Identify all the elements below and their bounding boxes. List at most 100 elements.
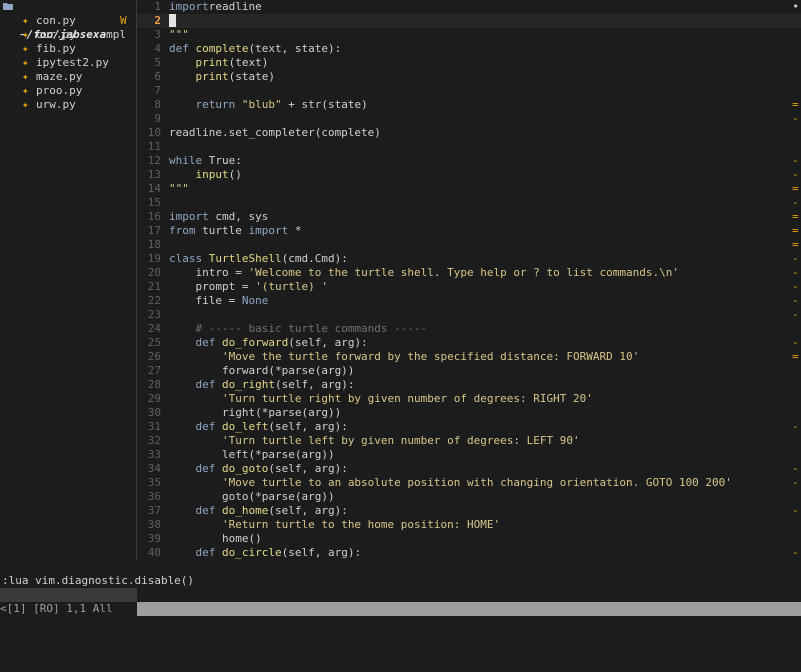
code-token: (text) bbox=[228, 56, 269, 69]
code-text: input() bbox=[169, 168, 242, 182]
tree-root[interactable]: ~/foo/jabsexampl bbox=[0, 0, 136, 41]
editor-buffer[interactable]: 1 importreadline 2 3 """ 4 def complete(text, … bbox=[137, 0, 801, 560]
code-line[interactable]: 28 def do_right(self, arg): bbox=[137, 378, 801, 392]
code-line[interactable]: 10 readline.set_completer(complete) bbox=[137, 126, 801, 140]
code-text: file = None bbox=[169, 294, 268, 308]
code-token: 'Return turtle to the home position: HOM… bbox=[221, 518, 501, 531]
code-line[interactable]: 39 home() bbox=[137, 532, 801, 546]
change-sign: - bbox=[792, 504, 799, 517]
code-token: goto(*parse(arg)) bbox=[169, 490, 335, 503]
tree-file-item[interactable]: ✦ ipytest2.py bbox=[0, 56, 136, 70]
code-line[interactable]: 5 print(text) bbox=[137, 56, 801, 70]
code-token: None bbox=[241, 294, 269, 307]
code-line[interactable]: 4 def complete(text, state): bbox=[137, 42, 801, 56]
code-text: left(*parse(arg)) bbox=[169, 448, 335, 462]
code-line[interactable]: 2 bbox=[137, 14, 801, 28]
code-token: 'Turn turtle left by given number of deg… bbox=[221, 434, 580, 447]
code-line[interactable]: 25 def do_forward(self, arg): - bbox=[137, 336, 801, 350]
code-line[interactable]: 32 'Turn turtle left by given number of … bbox=[137, 434, 801, 448]
code-line[interactable]: 9- bbox=[137, 112, 801, 126]
code-line[interactable]: 36 goto(*parse(arg)) bbox=[137, 490, 801, 504]
change-sign: - bbox=[792, 252, 799, 265]
code-token: right(*parse(arg)) bbox=[169, 406, 342, 419]
code-line[interactable]: 26 'Move the turtle forward by the speci… bbox=[137, 350, 801, 364]
code-text: def do_circle(self, arg): bbox=[169, 546, 362, 560]
code-text: """ bbox=[169, 182, 189, 196]
code-text: 'Turn turtle right by given number of de… bbox=[169, 392, 593, 406]
code-line[interactable]: 8 return "blub" + str(state) = bbox=[137, 98, 801, 112]
code-line[interactable]: 15 - bbox=[137, 196, 801, 210]
code-line[interactable]: 12 while True: - bbox=[137, 154, 801, 168]
line-number: 20 bbox=[147, 266, 161, 279]
code-text: importreadline bbox=[169, 0, 262, 14]
tree-file-item[interactable]: ✦ proo.py bbox=[0, 84, 136, 98]
code-text: 'Move the turtle forward by the specifie… bbox=[169, 350, 639, 364]
line-number: 34 bbox=[147, 462, 161, 475]
code-line[interactable]: 27 forward(*parse(arg)) bbox=[137, 364, 801, 378]
tree-file-item[interactable]: ✦ cur.py bbox=[0, 28, 136, 42]
code-token: () bbox=[228, 168, 242, 181]
change-sign: - bbox=[792, 294, 799, 307]
code-token: """ bbox=[169, 182, 189, 195]
code-line[interactable]: 21 prompt = '(turtle) ' - bbox=[137, 280, 801, 294]
folder-open-icon bbox=[3, 3, 13, 10]
code-token: 'Move turtle to an absolute position wit… bbox=[221, 476, 732, 489]
code-line[interactable]: 34 def do_goto(self, arg): - bbox=[137, 462, 801, 476]
tree-file-item[interactable]: ✦ con.py W bbox=[0, 14, 136, 28]
change-sign: = bbox=[792, 238, 799, 251]
code-line[interactable]: 30 right(*parse(arg)) bbox=[137, 406, 801, 420]
line-number: 14 bbox=[147, 182, 161, 195]
code-line[interactable]: 18 = bbox=[137, 238, 801, 252]
code-line[interactable]: 6 print(state) bbox=[137, 70, 801, 84]
code-line[interactable]: 22 file = None - bbox=[137, 294, 801, 308]
code-line[interactable]: 31 def do_left(self, arg): - bbox=[137, 420, 801, 434]
tree-status-text: <[1] [RO] 1,1 All bbox=[0, 602, 113, 615]
change-sign: - bbox=[792, 546, 799, 559]
code-text: 'Turn turtle left by given number of deg… bbox=[169, 434, 580, 448]
line-number: 33 bbox=[147, 448, 161, 461]
tree-file-item[interactable]: ✦ urw.py bbox=[0, 98, 136, 112]
change-sign: - bbox=[792, 476, 799, 489]
code-line[interactable]: 19 class TurtleShell(cmd.Cmd): - bbox=[137, 252, 801, 266]
change-sign: - bbox=[792, 266, 799, 279]
line-number: 10 bbox=[147, 126, 161, 139]
code-token: (state) bbox=[228, 70, 275, 83]
status-filename: con.py bbox=[140, 616, 180, 629]
line-number: 9 bbox=[154, 112, 161, 125]
code-line[interactable]: 11 bbox=[137, 140, 801, 154]
code-line[interactable]: 16 import cmd, sys = bbox=[137, 210, 801, 224]
change-sign: - bbox=[792, 462, 799, 475]
code-line[interactable]: 37 def do_home(self, arg): - bbox=[137, 504, 801, 518]
change-sign: - bbox=[792, 196, 799, 209]
status-cursor-position: 2,0-1 bbox=[672, 630, 706, 643]
code-token: class bbox=[169, 252, 203, 265]
code-line[interactable]: 1 importreadline bbox=[137, 0, 801, 14]
code-text: import cmd, sys bbox=[169, 210, 268, 224]
code-line[interactable]: 13 input() - bbox=[137, 168, 801, 182]
tree-file-item[interactable]: ✦ fib.py bbox=[0, 42, 136, 56]
command-line[interactable]: :lua vim.diagnostic.disable() bbox=[0, 574, 801, 601]
tree-file-item[interactable]: ✦ maze.py bbox=[0, 70, 136, 84]
editor-statusline: con.py 2,0-1 Top bbox=[137, 602, 801, 657]
code-line[interactable]: 35 'Move turtle to an absolute position … bbox=[137, 476, 801, 490]
code-line[interactable]: 14 """ = bbox=[137, 182, 801, 196]
code-token: readline.set_completer(complete) bbox=[169, 126, 381, 139]
code-line[interactable]: 23 - bbox=[137, 308, 801, 322]
code-line[interactable]: 24 # ----- basic turtle commands ----- bbox=[137, 322, 801, 336]
code-line[interactable]: 38 'Return turtle to the home position: … bbox=[137, 518, 801, 532]
code-text: from turtle import * bbox=[169, 224, 301, 238]
code-line[interactable]: 3 """ bbox=[137, 28, 801, 42]
code-line[interactable]: 40 def do_circle(self, arg): - bbox=[137, 546, 801, 560]
code-line[interactable]: 29 'Turn turtle right by given number of… bbox=[137, 392, 801, 406]
code-line[interactable]: 7 bbox=[137, 84, 801, 98]
code-line[interactable]: 33 left(*parse(arg)) bbox=[137, 448, 801, 462]
code-line[interactable]: 20 intro = 'Welcome to the turtle shell.… bbox=[137, 266, 801, 280]
code-line[interactable]: 17 from turtle import * = bbox=[137, 224, 801, 238]
line-number: 3 bbox=[154, 28, 161, 41]
line-number: 15 bbox=[147, 196, 161, 209]
